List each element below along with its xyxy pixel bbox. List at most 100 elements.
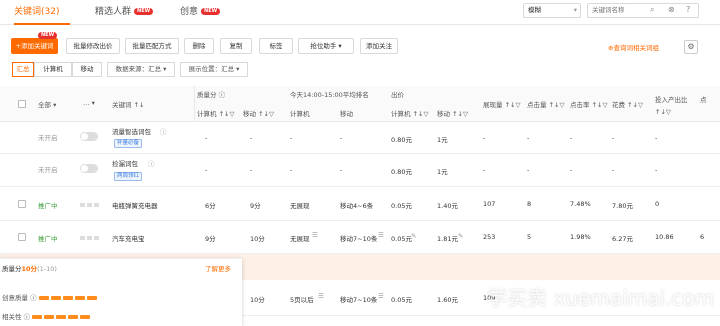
row-bid-mobile[interactable]: 1元 [437, 166, 448, 176]
tab-creative[interactable]: 创意 NEW [180, 0, 221, 25]
sort-icon[interactable]: ↑↓▽ [655, 108, 671, 116]
col-impressions-label: 展现量 [483, 101, 503, 109]
row-roi: 0 [655, 200, 660, 208]
query-link[interactable]: ⊕查询词相关词组 [608, 42, 659, 52]
segment-summary[interactable]: 汇总 [12, 62, 34, 77]
col-roi-label: 投入产出比 [655, 96, 688, 104]
row-actions[interactable] [80, 234, 101, 242]
more-filter[interactable]: … ▾ [83, 99, 95, 107]
table-row: 未开启 捡漏词包 ⓘ 两周领红 - - - - 0.80元 1元 - - - -… [0, 154, 720, 187]
quality-score-popup: 质量分10分(1-10) 了解更多 创意质量 ⓘ 相关性 ⓘ [0, 258, 242, 326]
col-ctr[interactable]: 点击率 ↑↓▽ [570, 99, 607, 109]
row-keyword[interactable]: 电瓶弹簧充电器 [112, 200, 158, 210]
delete-label: 删除 [192, 42, 206, 50]
trend-icon[interactable]: ☰ [378, 231, 384, 239]
col-clicks[interactable]: 点击量 ↑↓▽ [527, 99, 564, 109]
settings-gear-icon[interactable]: ⚙ [684, 40, 698, 54]
row-bid-pc[interactable]: 0.80元 [391, 134, 412, 144]
trend-icon[interactable]: ☰ [378, 292, 384, 300]
tab-keywords[interactable]: 关键词(32) [14, 0, 70, 25]
row-quality-mobile: 10分 [250, 235, 265, 243]
col-quality-mobile[interactable]: 移动 ↑↓▽ [243, 108, 274, 118]
row-clicks: - [527, 134, 530, 142]
copy-button[interactable]: 复制 [220, 38, 252, 54]
new-badge: NEW [38, 32, 58, 39]
row-status: 未开启 [38, 134, 58, 142]
display-position-select[interactable]: 展示位置：汇总 ▾ [180, 62, 248, 77]
row-toggle[interactable] [80, 164, 98, 173]
edit-icon[interactable]: ✎ [411, 232, 416, 240]
row-cost: - [612, 166, 615, 174]
row-bid-pc[interactable]: 0.80元 [391, 166, 412, 176]
table-row: 推广中 汽车充电宝 9分 10分 无展现 ☰ 移动7~10条 ☰ 0.05元 ✎… [0, 221, 720, 254]
col-impressions[interactable]: 展现量 ↑↓▽ [483, 99, 520, 109]
col-bid: 出价 [391, 89, 404, 99]
row-actions[interactable] [80, 201, 101, 209]
segment-pc[interactable]: 计算机 [34, 62, 72, 77]
add-keyword-button[interactable]: +添加关键词 [11, 38, 58, 54]
col-bid-mobile[interactable]: 移动 ↑↓▽ [437, 108, 468, 118]
row-keyword[interactable]: 流量智选词包 [112, 126, 151, 136]
col-rank-mobile: 移动 [340, 108, 353, 118]
row-bid-pc[interactable]: 0.05元 [391, 200, 412, 210]
trend-icon[interactable]: ☰ [312, 231, 318, 239]
sort-icon: ↑↓ [133, 101, 145, 109]
row-rank-pc: 无展现 [290, 202, 310, 210]
add-follow-button[interactable]: 添加关注 [360, 38, 398, 54]
help-icon[interactable]: ? [686, 5, 690, 14]
row-rank-mobile: 移动4~6条 [340, 202, 374, 210]
tab-keywords-count: (32) [41, 7, 60, 17]
chevron-down-icon: ▾ [53, 101, 57, 109]
learn-more-link[interactable]: 了解更多 [205, 263, 231, 273]
segment-pc-label: 计算机 [43, 65, 63, 73]
close-icon[interactable]: ⊗ [668, 5, 675, 14]
search-input[interactable] [587, 3, 699, 18]
row-bid-pc[interactable]: 0.05元 [391, 233, 412, 243]
batch-match-label: 批量匹配方式 [132, 42, 172, 50]
row-bid-mobile[interactable]: 1.40元 [437, 200, 458, 210]
select-all-checkbox[interactable] [18, 100, 26, 108]
col-quality-pc[interactable]: 计算机 ↑↓▽ [197, 108, 234, 118]
segment-mobile[interactable]: 移动 [72, 62, 102, 77]
search-mode-value: 模糊 [528, 6, 541, 14]
col-cost[interactable]: 花费 ↑↓▽ [612, 99, 643, 109]
row-toggle[interactable] [80, 132, 98, 141]
edit-icon[interactable]: ✎ [458, 232, 463, 240]
col-bid-pc[interactable]: 计算机 ↑↓▽ [391, 108, 428, 118]
tab-selected-audience[interactable]: 精选人群 NEW [95, 0, 154, 25]
trend-icon[interactable]: ☰ [318, 292, 324, 300]
tag-button[interactable]: 标签 [259, 38, 293, 54]
status-filter[interactable]: 全部 ▾ [38, 99, 56, 109]
row-bid-mobile[interactable]: 1.60元 [437, 294, 458, 304]
row-bid-mobile[interactable]: 1元 [437, 134, 448, 144]
sort-icon: ↑↓▽ [548, 101, 565, 109]
rank-assist-button[interactable]: 抢位助手 ▾ [298, 38, 354, 54]
row-tag: 补量必备 [114, 139, 143, 148]
row-bid-pc[interactable]: 0.05元 [391, 294, 412, 304]
row-keyword[interactable]: 捡漏词包 [112, 158, 138, 168]
col-rank-group: 今天14:00-15:00平均排名 [290, 89, 369, 99]
search-icon[interactable]: ⌕ [650, 5, 654, 15]
col-bid-pc-label: 计算机 [391, 110, 411, 118]
row-roi: 10.86 [655, 233, 674, 241]
delete-button[interactable]: 删除 [184, 38, 214, 54]
col-keyword[interactable]: 关键词 ↑↓ [112, 99, 144, 109]
col-bid-label: 出价 [391, 91, 404, 99]
row-bid-mobile[interactable]: 1.81元 [437, 233, 458, 243]
row-checkbox[interactable] [18, 200, 26, 208]
col-quality-pc-label: 计算机 [197, 110, 217, 118]
col-roi[interactable]: 投入产出比 [655, 94, 688, 104]
chevron-down-icon: ▾ [236, 65, 240, 73]
batch-bid-button[interactable]: 批量修改出价 [66, 38, 120, 54]
row-rank-mobile: 移动7~10条 [340, 296, 378, 304]
row-keyword[interactable]: 汽车充电宝 [112, 233, 145, 243]
help-icon: ⓘ [23, 313, 31, 321]
rank-assist-label: 抢位助手 [310, 42, 337, 50]
col-rank-group-label: 今天14:00-15:00平均排名 [290, 91, 369, 99]
batch-match-button[interactable]: 批量匹配方式 [125, 38, 179, 54]
row-checkbox[interactable] [18, 233, 26, 241]
row-clicks: 8 [527, 200, 532, 208]
search-mode-select[interactable]: 模糊 ▾ [523, 3, 581, 18]
data-source-select[interactable]: 数据来源：汇总 ▾ [107, 62, 175, 77]
row-ctr: 1.98% [570, 233, 591, 241]
